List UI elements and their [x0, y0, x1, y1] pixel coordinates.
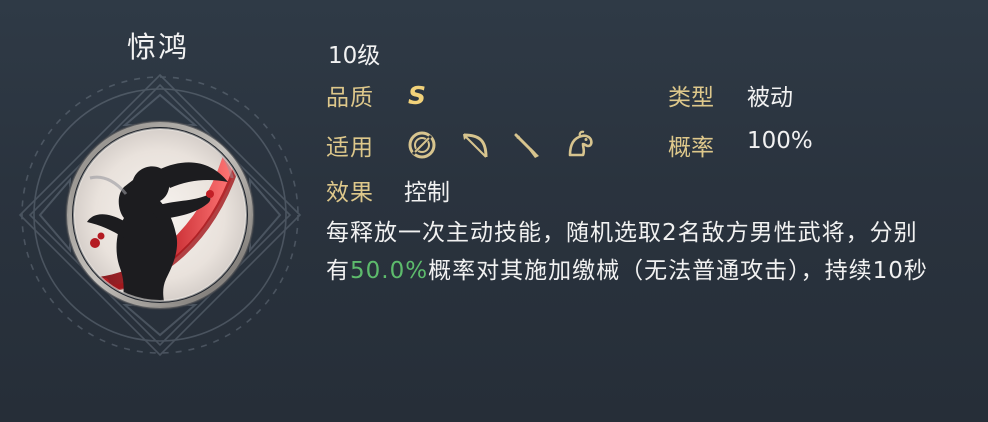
label-quality: 品质	[326, 85, 374, 111]
value-type: 被动	[747, 85, 793, 111]
label-type: 类型	[668, 85, 714, 111]
skill-description: 每释放一次主动技能，随机选取2名敌方男性武将，分别有50.0%概率对其施加缴械（…	[326, 214, 938, 290]
label-effect: 效果	[326, 180, 374, 206]
skill-emblem-portrait	[18, 73, 302, 357]
skill-level: 10级	[328, 43, 381, 69]
shield-icon	[404, 127, 440, 163]
value-effect: 控制	[404, 180, 450, 206]
value-chance: 100%	[747, 128, 813, 154]
skill-emblem	[0, 70, 320, 390]
row-quality: 品质 S	[326, 77, 426, 113]
horse-icon	[560, 127, 596, 163]
row-effect: 效果 控制	[326, 172, 450, 208]
description-part-2: 概率对其施加缴械（无法普通攻击），持续10秒	[428, 258, 928, 284]
skill-name: 惊鸿	[126, 30, 189, 64]
spear-icon	[508, 127, 544, 163]
row-applicable: 适用	[326, 127, 596, 163]
skill-info: 10级 品质 S 类型 被动 适用 概率 100% 效果 控制 每释放一次主动技…	[326, 0, 966, 422]
bow-icon	[456, 127, 492, 163]
applicable-icons	[404, 127, 596, 163]
label-chance: 概率	[668, 135, 714, 161]
description-highlight: 50.0%	[350, 258, 429, 284]
value-quality: S	[408, 80, 427, 110]
skill-detail-panel: 惊鸿 10级 品质 S 类型 被动 适用 概率 100% 效果 控制 每释放一次…	[0, 0, 988, 422]
label-applicable: 适用	[326, 135, 374, 161]
